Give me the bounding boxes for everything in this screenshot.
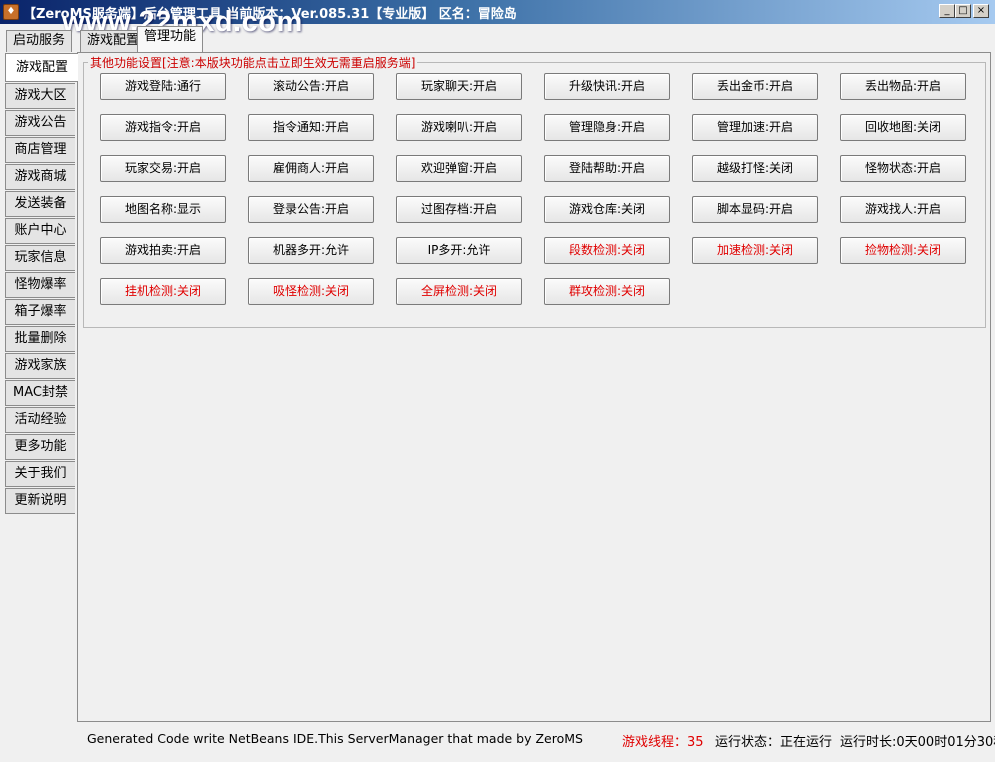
toggle-button[interactable]: 玩家聊天:开启	[396, 73, 522, 100]
toggle-button[interactable]: 挂机检测:关闭	[100, 278, 226, 305]
toggle-button[interactable]: 脚本显码:开启	[692, 196, 818, 223]
toggle-button[interactable]: 管理隐身:开启	[544, 114, 670, 141]
toggle-button[interactable]: 怪物状态:开启	[840, 155, 966, 182]
side-tab-guild[interactable]: 游戏家族	[5, 353, 75, 379]
toggle-button[interactable]: 游戏拍卖:开启	[100, 237, 226, 264]
content-panel: 其他功能设置[注意:本版块功能点击立即生效无需重启服务端] 游戏登陆:通行 滚动公…	[77, 52, 991, 722]
other-settings-group: 其他功能设置[注意:本版块功能点击立即生效无需重启服务端] 游戏登陆:通行 滚动公…	[83, 54, 986, 328]
side-tab-shop-manage[interactable]: 商店管理	[5, 137, 75, 163]
toggle-button[interactable]: 滚动公告:开启	[248, 73, 374, 100]
side-tab-cash-shop[interactable]: 游戏商城	[5, 164, 75, 190]
toggle-button[interactable]: 欢迎弹窗:开启	[396, 155, 522, 182]
footer-credit: Generated Code write NetBeans IDE.This S…	[87, 731, 583, 746]
tab-start-service[interactable]: 启动服务	[6, 30, 73, 52]
side-tab-about-us[interactable]: 关于我们	[5, 461, 75, 487]
title-bar: ♦ 【ZeroMS服务端】后台管理工具 当前版本：Ver.085.31【专业版】…	[0, 0, 995, 24]
side-tab-monster-drop[interactable]: 怪物爆率	[5, 272, 75, 298]
side-tab-changelog[interactable]: 更新说明	[5, 488, 75, 514]
toggle-button[interactable]: 丢出物品:开启	[840, 73, 966, 100]
side-tab-more-functions[interactable]: 更多功能	[5, 434, 75, 460]
side-tab-box-drop[interactable]: 箱子爆率	[5, 299, 75, 325]
toggle-button[interactable]: 游戏仓库:关闭	[544, 196, 670, 223]
toggle-button[interactable]: 指令通知:开启	[248, 114, 374, 141]
toggle-button[interactable]: 升级快讯:开启	[544, 73, 670, 100]
tab-management[interactable]: 管理功能	[137, 26, 204, 52]
window-title: 【ZeroMS服务端】后台管理工具 当前版本：Ver.085.31【专业版】 区…	[23, 6, 517, 22]
side-tab-account-center[interactable]: 账户中心	[5, 218, 75, 244]
side-tab-game-zone[interactable]: 游戏大区	[5, 83, 75, 109]
game-threads-status: 游戏线程：35	[622, 735, 704, 750]
status-bar: Generated Code write NetBeans IDE.This S…	[0, 722, 995, 762]
run-state-status: 运行状态：正在运行	[715, 735, 833, 750]
side-tab-player-info[interactable]: 玩家信息	[5, 245, 75, 271]
side-tab-strip: 游戏配置 游戏大区 游戏公告 商店管理 游戏商城 发送装备 账户中心 玩家信息 …	[5, 53, 78, 515]
toggle-button[interactable]: 游戏指令:开启	[100, 114, 226, 141]
toggle-button[interactable]: 捡物检测:关闭	[840, 237, 966, 264]
toggle-button[interactable]: 玩家交易:开启	[100, 155, 226, 182]
toggle-button[interactable]: 段数检测:关闭	[544, 237, 670, 264]
side-tab-game-config[interactable]: 游戏配置	[5, 53, 78, 82]
toggle-button[interactable]: 管理加速:开启	[692, 114, 818, 141]
toggle-button[interactable]: 过图存档:开启	[396, 196, 522, 223]
toggle-button[interactable]: 雇佣商人:开启	[248, 155, 374, 182]
toggle-button[interactable]: 越级打怪:关闭	[692, 155, 818, 182]
side-tab-batch-delete[interactable]: 批量删除	[5, 326, 75, 352]
toggle-button[interactable]: 登录公告:开启	[248, 196, 374, 223]
minimize-button[interactable]: _	[939, 4, 955, 18]
window-controls: _ □ ×	[939, 4, 989, 18]
toggle-button[interactable]: 回收地图:关闭	[840, 114, 966, 141]
toggle-button[interactable]: IP多开:允许	[396, 237, 522, 264]
side-tab-send-equip[interactable]: 发送装备	[5, 191, 75, 217]
group-legend: 其他功能设置[注意:本版块功能点击立即生效无需重启服务端]	[88, 54, 418, 71]
toggle-button[interactable]: 丢出金币:开启	[692, 73, 818, 100]
side-tab-event-exp[interactable]: 活动经验	[5, 407, 75, 433]
side-tab-mac-ban[interactable]: MAC封禁	[5, 380, 75, 406]
uptime-status: 运行时长:0天00时01分30秒	[840, 735, 995, 750]
close-button[interactable]: ×	[973, 4, 989, 18]
side-tab-announcement[interactable]: 游戏公告	[5, 110, 75, 136]
toggle-button[interactable]: 机器多开:允许	[248, 237, 374, 264]
toggle-button[interactable]: 吸怪检测:关闭	[248, 278, 374, 305]
toggle-button[interactable]: 游戏登陆:通行	[100, 73, 226, 100]
toggle-button[interactable]: 登陆帮助:开启	[544, 155, 670, 182]
toggle-button[interactable]: 全屏检测:关闭	[396, 278, 522, 305]
toggle-button[interactable]: 加速检测:关闭	[692, 237, 818, 264]
toggle-button[interactable]: 群攻检测:关闭	[544, 278, 670, 305]
toggle-button[interactable]: 游戏喇叭:开启	[396, 114, 522, 141]
toggle-button[interactable]: 游戏找人:开启	[840, 196, 966, 223]
toggle-button[interactable]: 地图名称:显示	[100, 196, 226, 223]
app-icon[interactable]: ♦	[3, 4, 19, 20]
maximize-button[interactable]: □	[955, 4, 971, 18]
